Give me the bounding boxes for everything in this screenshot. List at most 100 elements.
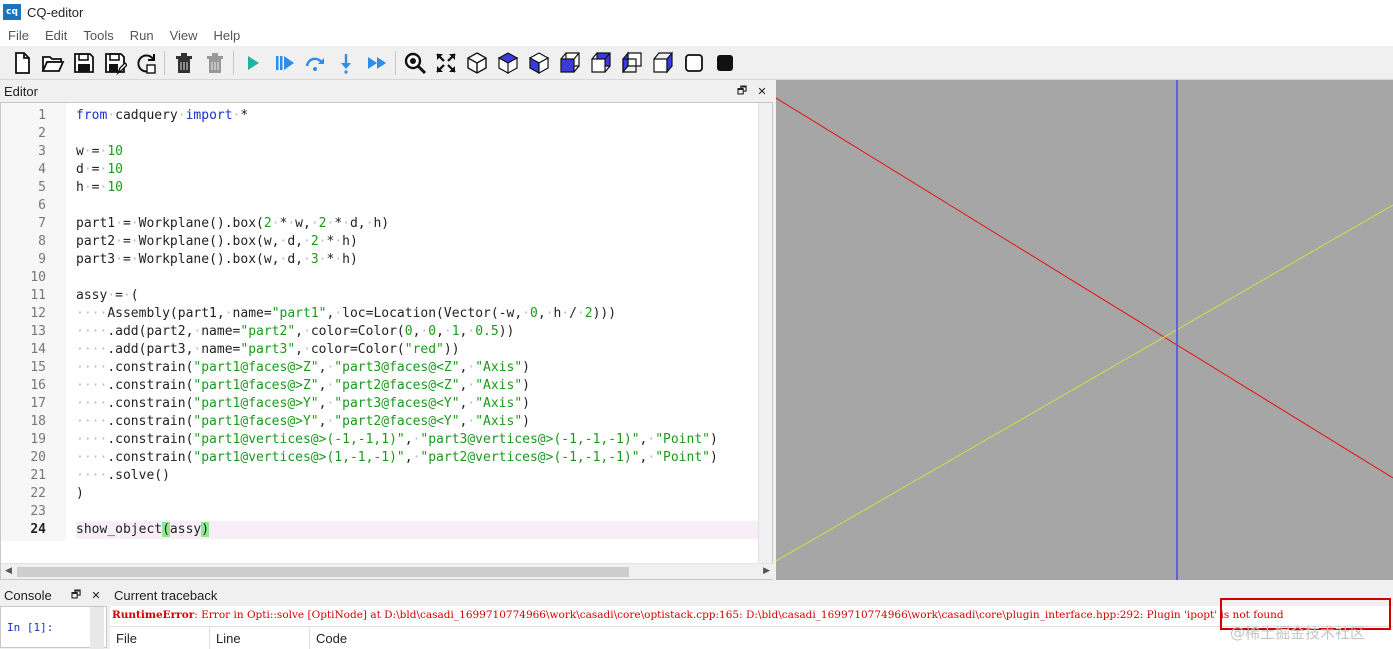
debug-button[interactable] bbox=[268, 48, 299, 78]
viewer-canvas bbox=[776, 80, 1393, 580]
reload-icon bbox=[136, 53, 156, 74]
left-view-button[interactable] bbox=[616, 48, 647, 78]
save-button[interactable] bbox=[68, 48, 99, 78]
code-line: from·cadquery·import·* bbox=[76, 108, 249, 123]
traceback-body: RuntimeError: Error in Opti::solve [Opti… bbox=[110, 606, 1393, 649]
code-line: h·=·10 bbox=[76, 180, 123, 195]
new-file-button[interactable] bbox=[6, 48, 37, 78]
code-line: ) bbox=[76, 486, 84, 501]
line-number: 13 bbox=[30, 324, 46, 339]
line-number: 3 bbox=[38, 144, 46, 159]
wireframe-button[interactable] bbox=[678, 48, 709, 78]
menu-run[interactable]: Run bbox=[122, 28, 162, 43]
line-number: 6 bbox=[38, 198, 46, 213]
line-number: 17 bbox=[30, 396, 46, 411]
reload-button[interactable] bbox=[130, 48, 161, 78]
line-number: 2 bbox=[38, 126, 46, 141]
float-panel-icon[interactable]: 🗗 bbox=[69, 588, 83, 602]
menu-help[interactable]: Help bbox=[206, 28, 249, 43]
line-number: 24 bbox=[30, 522, 46, 537]
code-line: ····.solve() bbox=[76, 468, 170, 483]
float-panel-icon[interactable]: 🗗 bbox=[735, 84, 749, 98]
code-line: assy·=·( bbox=[76, 288, 139, 303]
traceback-title-bar: Current traceback bbox=[110, 584, 1393, 606]
error-message[interactable]: RuntimeError: Error in Opti::solve [Opti… bbox=[112, 608, 1284, 622]
horizontal-scroll-thumb[interactable] bbox=[17, 567, 629, 577]
toolbar-separator bbox=[164, 50, 165, 75]
close-panel-icon[interactable]: ✕ bbox=[755, 84, 769, 98]
scroll-right-icon[interactable]: ▶ bbox=[763, 566, 770, 576]
console-scrollbar[interactable] bbox=[90, 607, 104, 649]
toolbar bbox=[0, 46, 1393, 80]
code-area[interactable]: from·cadquery·import·* w·=·10 d·=·10 h·=… bbox=[76, 103, 759, 541]
step-into-icon bbox=[340, 53, 351, 74]
run-button[interactable] bbox=[237, 48, 268, 78]
toolbar-separator bbox=[233, 50, 234, 75]
menu-file[interactable]: File bbox=[0, 28, 37, 43]
console-prompt: In [1]: bbox=[7, 621, 54, 634]
fit-button[interactable] bbox=[430, 48, 461, 78]
code-line: ····.constrain("part1@vertices@>(-1,-1,1… bbox=[76, 432, 718, 447]
window-title: CQ-editor bbox=[27, 4, 84, 20]
open-file-button[interactable] bbox=[37, 48, 68, 78]
3d-viewer[interactable] bbox=[776, 80, 1393, 580]
line-number: 10 bbox=[30, 270, 46, 285]
save-icon bbox=[73, 52, 94, 73]
shaded-button[interactable] bbox=[709, 48, 740, 78]
code-line: ····.constrain("part1@vertices@>(1,-1,-1… bbox=[76, 450, 718, 465]
wireframe-icon bbox=[684, 53, 703, 72]
front-view-icon bbox=[559, 51, 580, 73]
line-number: 7 bbox=[38, 216, 46, 231]
right-view-button[interactable] bbox=[647, 48, 678, 78]
debug-icon bbox=[275, 55, 294, 70]
editor-title-bar: Editor 🗗 ✕ bbox=[0, 80, 773, 102]
console-output[interactable]: In [1]: bbox=[0, 606, 107, 649]
clear-button[interactable] bbox=[168, 48, 199, 78]
close-panel-icon[interactable]: ✕ bbox=[89, 588, 103, 602]
menu-view[interactable]: View bbox=[162, 28, 206, 43]
new-file-icon bbox=[14, 51, 30, 74]
delete-button[interactable] bbox=[199, 48, 230, 78]
line-number: 22 bbox=[30, 486, 46, 501]
line-number: 5 bbox=[38, 180, 46, 195]
editor-horizontal-scrollbar[interactable]: ◀ ▶ bbox=[1, 563, 774, 579]
code-line: part2·=·Workplane().box(w,·d,·2·*·h) bbox=[76, 234, 358, 249]
scroll-left-icon[interactable]: ◀ bbox=[5, 566, 12, 576]
line-number: 12 bbox=[30, 306, 46, 321]
column-file[interactable]: File bbox=[110, 627, 210, 649]
zoom-button[interactable] bbox=[399, 48, 430, 78]
toolbar-separator bbox=[395, 50, 396, 75]
continue-button[interactable] bbox=[361, 48, 392, 78]
front-view-button[interactable] bbox=[554, 48, 585, 78]
top-view-button[interactable] bbox=[492, 48, 523, 78]
line-number-gutter: 1 2 3 4 5 6 7 8 9 10 11 12 13 14 15 16 17 18 19 20 21 22 23 24 bbox=[1, 103, 66, 541]
left-view-icon bbox=[621, 50, 642, 74]
step-over-button[interactable] bbox=[299, 48, 330, 78]
step-into-button[interactable] bbox=[330, 48, 361, 78]
open-file-icon bbox=[41, 55, 64, 72]
code-line: part3·=·Workplane().box(w,·d,·3·*·h) bbox=[76, 252, 358, 267]
line-number: 1 bbox=[38, 108, 46, 123]
continue-icon bbox=[367, 56, 386, 69]
error-text: : Error in Opti::solve [OptiNode] at D:\… bbox=[194, 609, 1284, 621]
bottom-view-icon bbox=[528, 51, 549, 74]
back-view-icon bbox=[590, 51, 611, 73]
back-view-button[interactable] bbox=[585, 48, 616, 78]
iso-view-button[interactable] bbox=[461, 48, 492, 78]
line-number: 18 bbox=[30, 414, 46, 429]
error-type: RuntimeError bbox=[112, 609, 195, 621]
fit-icon bbox=[435, 52, 456, 73]
save-as-button[interactable] bbox=[99, 48, 130, 78]
zoom-icon bbox=[404, 52, 426, 74]
line-number: 16 bbox=[30, 378, 46, 393]
editor-title: Editor bbox=[4, 83, 38, 99]
column-line[interactable]: Line bbox=[210, 627, 310, 649]
traceback-panel: Current traceback RuntimeError: Error in… bbox=[110, 584, 1393, 649]
title-bar: cq CQ-editor bbox=[0, 0, 1393, 24]
menu-tools[interactable]: Tools bbox=[75, 28, 121, 43]
editor-vertical-scrollbar[interactable] bbox=[758, 103, 772, 565]
menu-edit[interactable]: Edit bbox=[37, 28, 75, 43]
code-editor[interactable]: 1 2 3 4 5 6 7 8 9 10 11 12 13 14 15 16 17 18 19 20 21 22 23 24 … bbox=[0, 102, 774, 580]
bottom-view-button[interactable] bbox=[523, 48, 554, 78]
code-line: w·=·10 bbox=[76, 144, 123, 159]
